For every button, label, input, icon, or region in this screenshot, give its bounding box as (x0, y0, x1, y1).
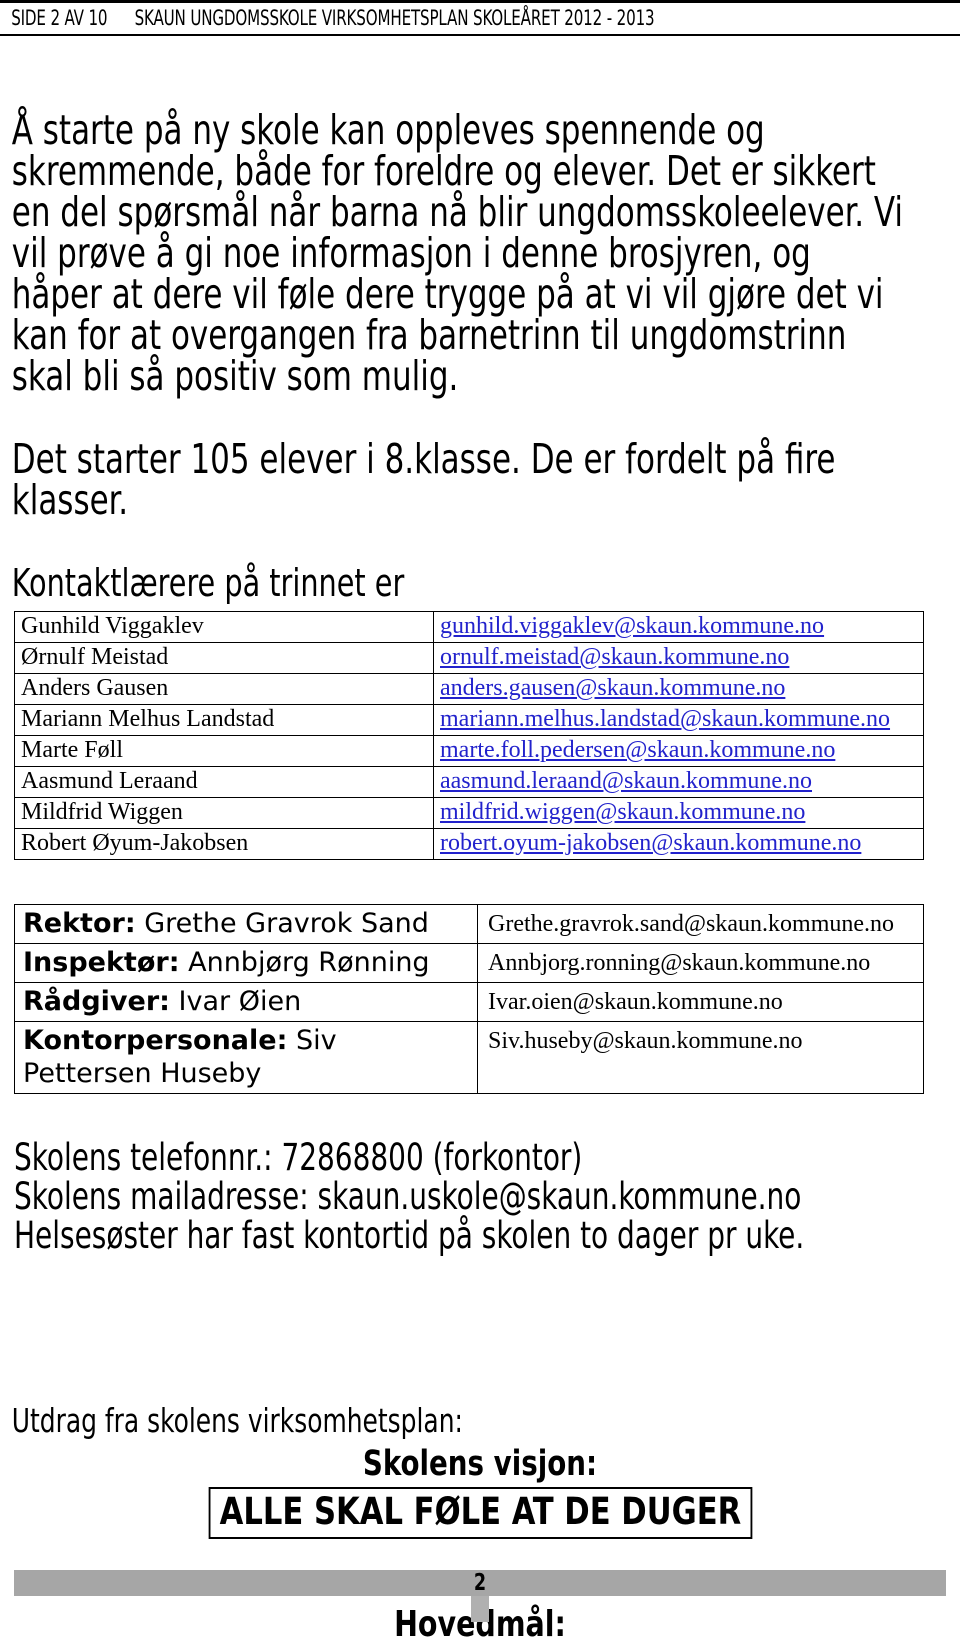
staff-role-label: Rådgiver: (23, 986, 170, 1017)
header-bottom-rule (0, 34, 960, 36)
teacher-email-cell: robert.oyum-jakobsen@skaun.kommune.no (433, 828, 924, 860)
staff-role-cell: Inspektør: Annbjørg Rønning (14, 943, 478, 983)
school-phone-line: Skolens telefonnr.: 72868800 (forkontor) (14, 1136, 583, 1179)
teacher-name: Aasmund Leraand (14, 766, 434, 798)
teacher-name: Mildfrid Wiggen (14, 797, 434, 829)
student-count-paragraph: Det starter 105 elever i 8.klasse. De er… (11, 435, 836, 524)
school-staff-table: Rektor: Grethe Gravrok Sand Grethe.gravr… (14, 904, 924, 1094)
teacher-email-link[interactable]: gunhild.viggaklev@skaun.kommune.no (440, 613, 824, 639)
staff-role-label: Kontorpersonale: (23, 1025, 288, 1056)
table-row: Kontorpersonale: Siv Pettersen Huseby Si… (14, 1021, 924, 1094)
table-row: Marte Føll marte.foll.pedersen@skaun.kom… (14, 735, 924, 767)
table-row: Aasmund Leraand aasmund.leraand@skaun.ko… (14, 766, 924, 798)
staff-email: Siv.huseby@skaun.kommune.no (477, 1021, 924, 1094)
table-row: Mariann Melhus Landstad mariann.melhus.l… (14, 704, 924, 736)
staff-email: Grethe.gravrok.sand@skaun.kommune.no (477, 904, 924, 944)
staff-role-label: Inspektør: (23, 947, 180, 978)
table-row: Gunhild Viggaklev gunhild.viggaklev@skau… (14, 611, 924, 643)
school-contact-block: Skolens telefonnr.: 72868800 (forkontor)… (0, 1094, 960, 1255)
header-text-row: SIDE 2 AV 10 SKAUN UNGDOMSSKOLE VIRKSOMH… (0, 3, 768, 34)
teacher-email-link[interactable]: marte.foll.pedersen@skaun.kommune.no (440, 737, 835, 763)
school-nurse-line: Helsesøster har fast kontortid på skolen… (14, 1214, 805, 1257)
table-row: Mildfrid Wiggen mildfrid.wiggen@skaun.ko… (14, 797, 924, 829)
teacher-name: Anders Gausen (14, 673, 434, 705)
contact-teachers-heading: Kontaktlærere på trinnet er (11, 561, 405, 605)
footer-tab-marker (471, 1596, 489, 1622)
teacher-name: Marte Føll (14, 735, 434, 767)
staff-role-label: Rektor: (23, 908, 136, 939)
vision-statement-box: ALLE SKAL FØLE AT DE DUGER (208, 1487, 752, 1539)
vision-heading: Skolens visjon: (362, 1444, 598, 1484)
table-row: Robert Øyum-Jakobsen robert.oyum-jakobse… (14, 828, 924, 860)
page-footer: 2 (0, 1570, 960, 1622)
teacher-email-link[interactable]: aasmund.leraand@skaun.kommune.no (440, 768, 812, 794)
teacher-email-cell: aasmund.leraand@skaun.kommune.no (433, 766, 924, 798)
page-content: Å starte på ny skole kan oppleves spenne… (0, 48, 960, 1645)
plan-excerpt-label: Utdrag fra skolens virksomhetsplan: (11, 1401, 463, 1440)
intro-paragraph: Å starte på ny skole kan oppleves spenne… (11, 106, 903, 400)
table-row: Inspektør: Annbjørg Rønning Annbjorg.ron… (14, 943, 924, 983)
teacher-email-link[interactable]: mariann.melhus.landstad@skaun.kommune.no (440, 706, 890, 732)
vision-statement-wrapper: ALLE SKAL FØLE AT DE DUGER (0, 1483, 960, 1539)
table-row: Rektor: Grethe Gravrok Sand Grethe.gravr… (14, 904, 924, 944)
header-page-label: SIDE 2 AV 10 (11, 6, 108, 30)
page-header: SIDE 2 AV 10 SKAUN UNGDOMSSKOLE VIRKSOMH… (0, 0, 960, 36)
table-row: Ørnulf Meistad ornulf.meistad@skaun.komm… (14, 642, 924, 674)
footer-page-number: 2 (473, 1570, 487, 1596)
teacher-name: Ørnulf Meistad (14, 642, 434, 674)
teacher-email-link[interactable]: robert.oyum-jakobsen@skaun.kommune.no (440, 830, 861, 856)
staff-role-cell: Kontorpersonale: Siv Pettersen Huseby (14, 1021, 478, 1094)
teacher-email-link[interactable]: anders.gausen@skaun.kommune.no (440, 675, 785, 701)
staff-person-name: Grethe Gravrok Sand (144, 908, 429, 939)
teacher-email-cell: mariann.melhus.landstad@skaun.kommune.no (433, 704, 924, 736)
teacher-email-cell: ornulf.meistad@skaun.kommune.no (433, 642, 924, 674)
teacher-email-link[interactable]: ornulf.meistad@skaun.kommune.no (440, 644, 789, 670)
staff-email: Annbjorg.ronning@skaun.kommune.no (477, 943, 924, 983)
teacher-email-link[interactable]: mildfrid.wiggen@skaun.kommune.no (440, 799, 805, 825)
teacher-email-cell: marte.foll.pedersen@skaun.kommune.no (433, 735, 924, 767)
teacher-name: Robert Øyum-Jakobsen (14, 828, 434, 860)
teacher-email-cell: mildfrid.wiggen@skaun.kommune.no (433, 797, 924, 829)
teacher-email-cell: gunhild.viggaklev@skaun.kommune.no (433, 611, 924, 643)
staff-person-name: Ivar Øien (178, 986, 302, 1017)
table-row: Anders Gausen anders.gausen@skaun.kommun… (14, 673, 924, 705)
contact-teachers-table: Gunhild Viggaklev gunhild.viggaklev@skau… (14, 611, 924, 860)
table-row: Rådgiver: Ivar Øien Ivar.oien@skaun.komm… (14, 982, 924, 1022)
staff-email: Ivar.oien@skaun.kommune.no (477, 982, 924, 1022)
staff-role-cell: Rektor: Grethe Gravrok Sand (14, 904, 478, 944)
footer-bar: 2 (14, 1570, 946, 1622)
teacher-name: Gunhild Viggaklev (14, 611, 434, 643)
teacher-name: Mariann Melhus Landstad (14, 704, 434, 736)
header-document-title: SKAUN UNGDOMSSKOLE VIRKSOMHETSPLAN SKOLE… (134, 6, 655, 30)
staff-person-name: Annbjørg Rønning (188, 947, 430, 978)
staff-role-cell: Rådgiver: Ivar Øien (14, 982, 478, 1022)
teacher-email-cell: anders.gausen@skaun.kommune.no (433, 673, 924, 705)
school-mail-line: Skolens mailadresse: skaun.uskole@skaun.… (14, 1175, 802, 1218)
